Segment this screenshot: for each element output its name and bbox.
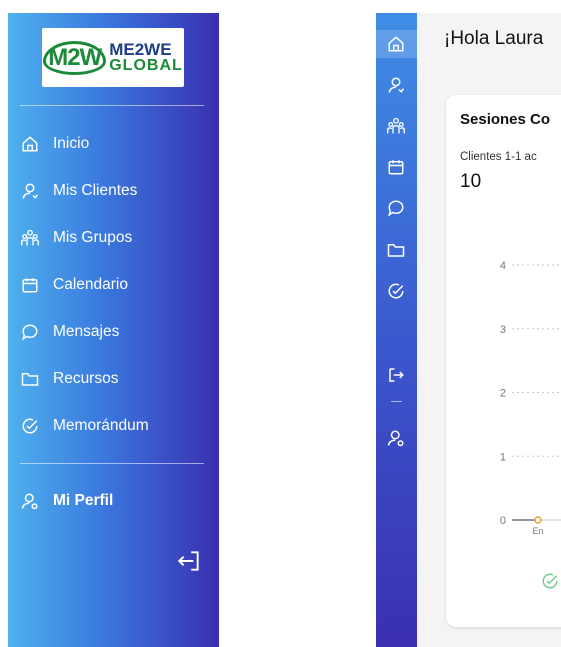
sidebar-item-label: Mensajes <box>53 323 120 340</box>
sidebar-item-mensajes[interactable]: Mensajes <box>8 315 219 349</box>
sidebar-item-label: Recursos <box>53 370 119 387</box>
sidebar-item-mi-perfil[interactable]: Mi Perfil <box>8 484 219 518</box>
sidebar-item-label: Inicio <box>53 135 90 152</box>
sidebar-item-recursos[interactable]: Recursos <box>8 362 219 396</box>
logout-icon[interactable] <box>176 548 202 574</box>
group-icon[interactable] <box>386 116 406 136</box>
sessions-chart: 0 1 2 3 4 En <box>500 260 561 536</box>
y-tick-label: 0 <box>500 515 506 527</box>
sidebar-item-inicio[interactable]: Inicio <box>8 127 219 161</box>
sidebar-divider <box>20 463 204 464</box>
user-icon[interactable] <box>386 75 406 95</box>
y-tick-label: 4 <box>500 260 506 272</box>
logo[interactable]: M2W ME2WE GLOBAL <box>42 28 184 87</box>
y-tick-label: 1 <box>500 451 506 463</box>
folder-icon[interactable] <box>386 240 406 260</box>
metric-label: Clientes 1-1 ac <box>460 151 537 163</box>
check-circle-icon[interactable] <box>386 281 406 301</box>
check-circle-icon <box>20 416 40 436</box>
sidebar-item-calendario[interactable]: Calendario <box>8 268 219 302</box>
sidebar-expanded: M2W ME2WE GLOBAL Inicio Mis Clientes Mis… <box>8 13 219 647</box>
message-icon <box>20 322 40 342</box>
message-icon[interactable] <box>386 198 406 218</box>
x-tick-label: En <box>532 526 543 536</box>
home-icon <box>20 134 40 154</box>
y-tick-label: 3 <box>500 324 506 336</box>
group-icon <box>20 228 40 248</box>
folder-icon <box>20 369 40 389</box>
sidebar-item-label: Mis Clientes <box>53 182 138 199</box>
metric-value: 10 <box>460 171 482 192</box>
sidebar-divider <box>20 105 204 106</box>
user-icon <box>20 181 40 201</box>
card-title: Sesiones Co <box>460 111 551 128</box>
logo-line2: GLOBAL <box>109 56 183 74</box>
sidebar-item-memorandum[interactable]: Memorándum <box>8 409 219 443</box>
logo-mark: M2W <box>43 40 107 75</box>
calendar-icon[interactable] <box>386 157 406 177</box>
sessions-card: Sesiones Co Clientes 1-1 ac 10 0 1 2 3 4 En <box>446 95 561 627</box>
home-icon[interactable] <box>386 34 406 54</box>
data-point[interactable] <box>534 516 542 524</box>
user-settings-icon <box>20 491 40 511</box>
page-title: ¡Hola Laura <box>444 28 544 49</box>
user-settings-icon[interactable] <box>386 428 406 448</box>
sidebar-item-label: Calendario <box>53 276 128 293</box>
check-circle-icon[interactable] <box>541 572 559 590</box>
sidebar-item-mis-grupos[interactable]: Mis Grupos <box>8 221 219 255</box>
sidebar-item-label: Mi Perfil <box>53 492 114 509</box>
sidebar-item-mis-clientes[interactable]: Mis Clientes <box>8 174 219 208</box>
calendar-icon <box>20 275 40 295</box>
sidebar-item-label: Memorándum <box>53 417 149 434</box>
y-tick-label: 2 <box>500 388 506 400</box>
logo-line1: ME2WE <box>109 39 172 59</box>
logout-icon[interactable] <box>386 365 406 385</box>
sidebar-item-label: Mis Grupos <box>53 229 133 246</box>
sidebar-collapsed <box>376 13 417 647</box>
main-content: ¡Hola Laura Sesiones Co Clientes 1-1 ac … <box>417 13 561 647</box>
sidebar-divider <box>391 401 402 402</box>
